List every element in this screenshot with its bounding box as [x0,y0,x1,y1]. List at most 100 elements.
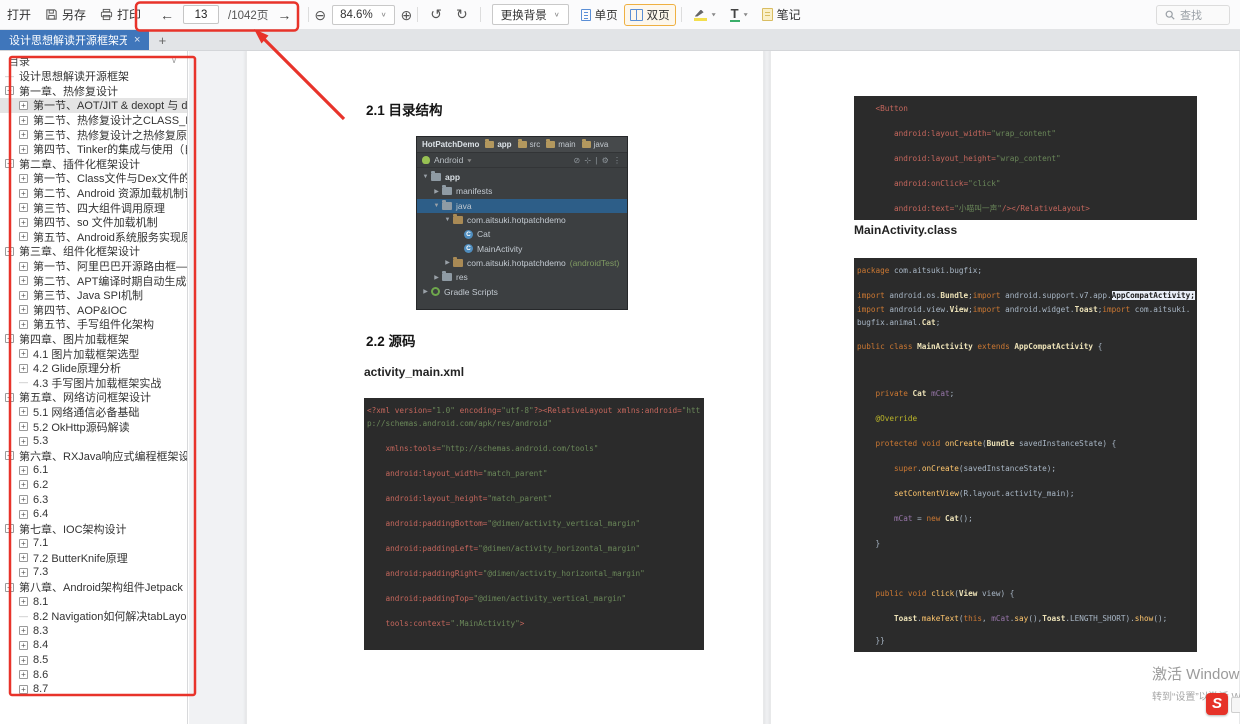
toc-item[interactable]: — 设计思想解读开源框架 [0,69,187,84]
zoom-in-button[interactable]: ⊕ [401,8,413,22]
toc-item[interactable]: + 第一节、阿里巴巴开源路由框——ARout [0,259,187,274]
toc-item[interactable]: + 第四章、图片加载框架 [0,332,187,347]
toc-item[interactable]: + 第二章、插件化框架设计 [0,157,187,172]
toc-item[interactable]: + 第五节、Android系统服务实现原理 [0,230,187,245]
expand-icon[interactable]: + [19,538,28,548]
toc-item[interactable]: + 第六章、RXJava响应式编程框架设计 [0,448,187,463]
single-page-button[interactable]: 单页 [575,4,624,26]
toc-item[interactable]: — 8.2 Navigation如何解决tabLayout问题 [0,609,187,624]
expand-icon[interactable]: + [19,553,28,563]
expand-icon[interactable]: + [5,524,14,534]
expand-icon[interactable]: + [19,597,28,607]
new-tab-button[interactable]: + [149,30,175,50]
toc-item[interactable]: +5.1 网络通信必备基础 [0,405,187,420]
toc-item[interactable]: + 第二节、Android 资源加载机制详解 [0,186,187,201]
expand-icon[interactable]: + [19,349,28,359]
toc-item[interactable]: + 第四节、Tinker的集成与使用（自动补丁 [0,142,187,157]
toc-item[interactable]: +7.1 [0,536,187,551]
expand-icon[interactable]: + [5,86,14,96]
toc-item[interactable]: +6.3 [0,492,187,507]
expand-icon[interactable]: + [5,159,14,169]
expand-icon[interactable]: + [5,392,14,402]
expand-icon[interactable]: + [19,115,28,125]
toc-item[interactable]: +5.3 [0,434,187,449]
expand-icon[interactable]: + [5,334,14,344]
toc-item[interactable]: +7.2 ButterKnife原理 [0,551,187,566]
expand-icon[interactable]: + [19,480,28,490]
toc-item[interactable]: + 第四节、AOP&IOC [0,303,187,318]
toc-item[interactable]: + 第五节、手写组件化架构 [0,317,187,332]
toc-item[interactable]: + 第二节、热修复设计之CLASS_ISPREVER [0,113,187,128]
expand-icon[interactable]: + [19,567,28,577]
expand-icon[interactable]: + [19,130,28,140]
toc-item[interactable]: + 第三节、四大组件调用原理 [0,200,187,215]
expand-icon[interactable]: + [19,173,28,183]
expand-icon[interactable]: + [19,319,28,329]
expand-icon[interactable]: + [19,217,28,227]
expand-icon[interactable]: + [19,144,28,154]
expand-icon[interactable]: + [19,422,28,432]
document-tab[interactable]: 设计思想解读开源框架无水印 × [0,30,150,50]
notes-button[interactable]: 笔记 [755,0,808,30]
double-page-button[interactable]: 双页 [623,3,676,26]
expand-icon[interactable]: + [19,290,28,300]
document-viewport[interactable]: 2.1 目录结构 HotPatchDemo app src main java Andr… [189,51,1240,724]
toc-item[interactable]: +8.7 [0,682,187,697]
toc-item[interactable]: + 第五章、网络访问框架设计 [0,390,187,405]
toc-item[interactable]: +8.1 [0,594,187,609]
next-page-button[interactable]: → [277,8,291,22]
print-button[interactable]: 打印 [93,0,148,30]
expand-icon[interactable]: + [5,582,14,592]
toc-item[interactable]: +8.4 [0,638,187,653]
expand-icon[interactable]: + [19,655,28,665]
expand-icon[interactable]: + [19,276,28,286]
toc-item[interactable]: +4.2 Glide原理分析 [0,361,187,376]
expand-icon[interactable]: + [19,626,28,636]
expand-icon[interactable]: + [19,261,28,271]
toc-item[interactable]: + 第八章、Android架构组件Jetpack [0,580,187,595]
expand-icon[interactable]: + [19,305,28,315]
expand-icon[interactable]: + [19,684,28,694]
expand-icon[interactable]: + [19,640,28,650]
expand-icon[interactable]: + [19,465,28,475]
open-button[interactable]: 打开 [0,0,38,30]
expand-icon[interactable]: + [19,495,28,505]
expand-icon[interactable]: + [5,246,14,256]
toc-item[interactable]: +8.3 [0,624,187,639]
toc-item[interactable]: + 第一节、Class文件与Dex文件的结构解读 [0,171,187,186]
toc-item[interactable]: +5.2 OkHttp源码解读 [0,419,187,434]
expand-icon[interactable]: + [19,509,28,519]
toc-item[interactable]: +6.2 [0,478,187,493]
text-color-tool-button[interactable]: T ▾ [723,0,755,30]
toc-item[interactable]: + 第三节、热修复设计之热修复原理 [0,127,187,142]
expand-icon[interactable]: + [5,451,14,461]
toc-item[interactable]: +4.1 图片加载框架选型 [0,346,187,361]
toc-item[interactable]: + 第三章、组件化框架设计 [0,244,187,259]
expand-icon[interactable]: + [19,436,28,446]
toc-item[interactable]: +7.3 [0,565,187,580]
tab-close-icon[interactable]: × [134,34,140,46]
toc-item[interactable]: — 4.3 手写图片加载框架实战 [0,375,187,390]
toc-item[interactable]: + 第一节、AOT/JIT & dexopt 与 dex2oa [0,98,187,113]
toc-item[interactable]: + 第四节、so 文件加载机制 [0,215,187,230]
save-as-button[interactable]: 另存 [38,0,93,30]
toc-item[interactable]: +8.6 [0,667,187,682]
toc-item[interactable]: + 第三节、Java SPI机制 [0,288,187,303]
toc-collapse-icon[interactable]: ∨ [171,56,177,65]
toc-item[interactable]: + 第二节、APT编译时期自动生成代码&动 [0,273,187,288]
expand-icon[interactable]: + [19,203,28,213]
toc-item[interactable]: +8.5 [0,653,187,668]
sogou-input-badge[interactable]: S [1206,693,1228,715]
expand-icon[interactable]: + [19,363,28,373]
toc-item[interactable]: + 第一章、热修复设计 [0,84,187,99]
rotate-left-button[interactable]: ↺ [423,6,449,23]
toc-item[interactable]: +6.1 [0,463,187,478]
toc-item[interactable]: +6.4 [0,507,187,522]
toc-item[interactable]: + 第七章、IOC架构设计 [0,521,187,536]
change-background-button[interactable]: 更换背景 ∨ [491,4,569,25]
zoom-out-button[interactable]: ⊖ [314,8,326,22]
page-number-input[interactable] [183,5,220,24]
expand-icon[interactable]: + [19,670,28,680]
expand-icon[interactable]: + [19,232,28,242]
expand-icon[interactable]: + [19,188,28,198]
